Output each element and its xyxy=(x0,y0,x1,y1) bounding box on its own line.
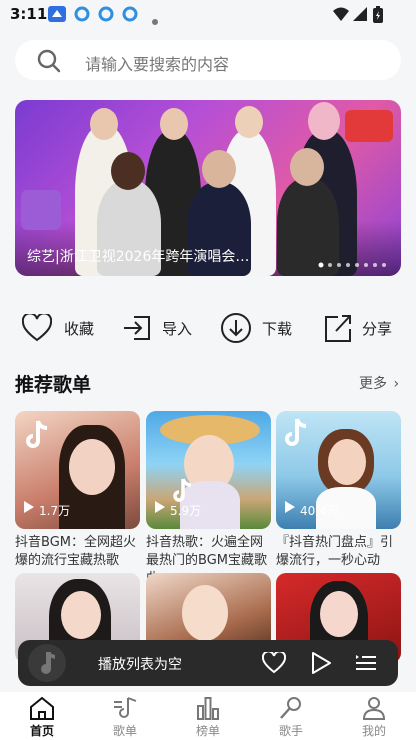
keyboard-prop xyxy=(21,190,61,230)
nav-label: 歌单 xyxy=(112,724,137,738)
favorite-label: 收藏 xyxy=(64,320,95,338)
sync-icon xyxy=(122,6,140,22)
nav-artists[interactable]: 歌手 xyxy=(261,692,321,740)
cover-image xyxy=(69,439,115,495)
heart-icon[interactable] xyxy=(261,650,287,678)
cover-image xyxy=(61,591,101,639)
banner-figure xyxy=(90,108,118,140)
nav-label: 榜单 xyxy=(195,724,220,738)
banner-caption: 综艺|浙江卫视2026年跨年演唱会… xyxy=(27,249,250,265)
play-count: 40.4万 xyxy=(300,504,339,518)
microphone-icon xyxy=(278,696,304,724)
download-button[interactable]: 下载 xyxy=(220,312,300,344)
section-title: 推荐歌单 xyxy=(15,374,92,396)
playlist-card[interactable]: 1.7万 xyxy=(15,411,140,529)
music-note-icon xyxy=(112,696,138,724)
search-bar[interactable]: 请输入要搜索的内容 xyxy=(15,40,401,80)
boombox-prop xyxy=(345,110,393,142)
music-note-icon xyxy=(37,650,57,680)
play-count-icon xyxy=(154,498,166,517)
sync-icon xyxy=(98,6,116,22)
app-notification-icon xyxy=(48,6,66,22)
banner-figure xyxy=(308,102,340,140)
cover-image xyxy=(328,439,366,485)
banner-figure xyxy=(235,106,263,138)
player-status: 播放列表为空 xyxy=(98,657,182,673)
play-count: 1.7万 xyxy=(39,504,71,518)
nav-playlists[interactable]: 歌单 xyxy=(95,692,155,740)
play-count-icon xyxy=(284,498,296,517)
share-button[interactable]: 分享 xyxy=(322,312,402,344)
mini-player[interactable]: 播放列表为空 xyxy=(18,640,398,686)
favorite-button[interactable]: 收藏 xyxy=(21,312,102,346)
nav-label: 首页 xyxy=(29,724,54,738)
banner-figure xyxy=(111,152,145,190)
play-count-icon xyxy=(23,498,35,517)
user-icon xyxy=(361,696,387,724)
nav-label: 歌手 xyxy=(278,724,303,738)
tiktok-icon xyxy=(25,419,51,453)
banner-figure xyxy=(202,150,236,188)
banner-figure xyxy=(160,108,188,140)
banner-figure xyxy=(290,148,324,186)
import-icon xyxy=(122,314,152,346)
album-art xyxy=(28,644,66,682)
search-input[interactable]: 请输入要搜索的内容 xyxy=(85,51,229,75)
download-icon xyxy=(220,312,252,348)
share-icon xyxy=(322,313,352,347)
play-count: 5.9万 xyxy=(170,504,202,518)
playlist-title[interactable]: 抖音BGM：全网超火爆的流行宝藏热歌 xyxy=(15,534,140,570)
cover-image xyxy=(320,591,358,637)
playlist-card[interactable]: 40.4万 xyxy=(276,411,401,529)
nav-charts[interactable]: 榜单 xyxy=(178,692,238,740)
playlist-icon[interactable] xyxy=(354,652,378,678)
bottom-nav: 首页 歌单 榜单 歌手 我的 xyxy=(0,692,416,740)
cover-image xyxy=(182,585,228,641)
more-label: 更多 xyxy=(359,376,387,392)
playlist-card[interactable]: 5.9万 xyxy=(146,411,271,529)
share-label: 分享 xyxy=(362,320,393,338)
dot-icon xyxy=(152,10,170,26)
status-bar: 3:11 xyxy=(0,0,416,28)
nav-label: 我的 xyxy=(361,724,386,738)
signal-icon xyxy=(352,6,370,22)
status-time: 3:11 xyxy=(10,5,48,23)
download-label: 下载 xyxy=(262,320,293,338)
nav-home[interactable]: 首页 xyxy=(12,692,72,740)
sync-icon xyxy=(74,6,92,22)
tiktok-icon xyxy=(284,417,310,451)
playlist-title[interactable]: 『抖音热门盘点』引爆流行，一秒心动 xyxy=(276,534,401,570)
heart-icon xyxy=(21,312,53,346)
chevron-right-icon: › xyxy=(393,376,400,392)
more-link[interactable]: 更多 › xyxy=(359,373,399,393)
import-button[interactable]: 导入 xyxy=(122,312,202,344)
home-icon xyxy=(29,696,55,724)
battery-icon xyxy=(372,6,390,23)
carousel-indicator xyxy=(318,253,400,272)
search-icon xyxy=(37,49,61,77)
bar-chart-icon xyxy=(195,696,221,724)
wifi-icon xyxy=(332,6,350,22)
import-label: 导入 xyxy=(162,320,193,338)
banner-carousel[interactable]: 综艺|浙江卫视2026年跨年演唱会… xyxy=(15,100,401,276)
play-icon[interactable] xyxy=(310,651,332,679)
nav-profile[interactable]: 我的 xyxy=(344,692,404,740)
